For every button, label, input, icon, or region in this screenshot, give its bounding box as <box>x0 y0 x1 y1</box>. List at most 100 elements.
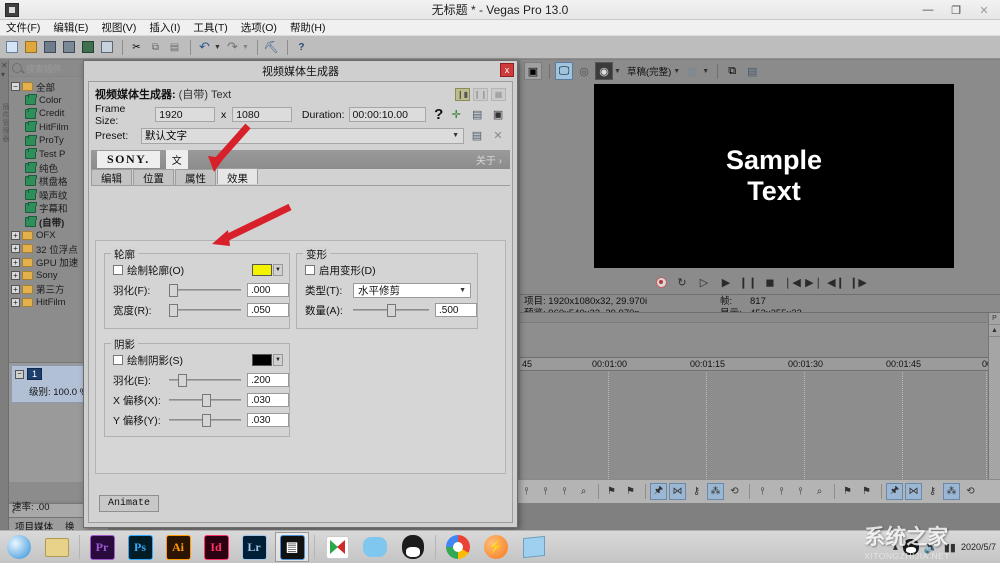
stop-button[interactable]: ◼ <box>764 276 777 289</box>
open-project-icon[interactable] <box>22 39 39 56</box>
tree-expander-icon[interactable]: + <box>11 257 20 267</box>
ignore-event-grouping-icon[interactable]: ⁂ <box>943 483 960 500</box>
outline-feather-slider[interactable] <box>168 284 241 297</box>
tree-expander-icon[interactable]: + <box>11 284 20 294</box>
tree-expander-icon[interactable]: − <box>11 82 20 92</box>
clock-date[interactable]: 2020/5/7 <box>961 542 996 553</box>
next-marker-icon[interactable]: ⚑ <box>622 483 639 500</box>
outline-width-slider[interactable] <box>168 304 241 317</box>
shadow-x-offset-slider[interactable] <box>169 394 241 407</box>
redo-icon[interactable]: ↷ <box>224 39 241 56</box>
zoom-edit-icon[interactable]: ⌕ <box>575 483 592 500</box>
preview-display-icon[interactable]: 🖵 <box>555 62 573 80</box>
dialog-close-button[interactable]: x <box>500 63 514 77</box>
go-to-start-button[interactable]: ❘◀ <box>783 276 801 289</box>
next-frame-button[interactable]: ❙▶ <box>849 276 867 289</box>
enable-deform-checkbox[interactable] <box>305 265 315 275</box>
shadow-y-offset-slider[interactable] <box>169 414 241 427</box>
save-preset-button[interactable]: ▤ <box>469 128 485 143</box>
automation-settings-icon[interactable]: ⟲ <box>726 483 743 500</box>
menu-item-edit[interactable]: 编辑(E) <box>53 20 88 35</box>
minimize-button[interactable]: — <box>914 1 942 19</box>
shadow-y-offset-value[interactable]: .030 <box>247 413 289 427</box>
tab-properties[interactable]: 属性 <box>175 169 216 185</box>
save-project-icon[interactable] <box>41 39 58 56</box>
panel-close-icon[interactable]: ✕ <box>1 61 8 70</box>
menu-item-options[interactable]: 选项(O) <box>241 20 277 35</box>
timeline-scroll-up-icon[interactable]: ▲ <box>989 325 1000 337</box>
slider-thumb[interactable] <box>177 374 187 387</box>
deform-amount-slider[interactable] <box>353 304 429 317</box>
previous-frame-button[interactable]: ◀❙ <box>827 276 845 289</box>
save-preset-icon[interactable]: ▤ <box>469 107 485 122</box>
preview-split-dropdown-icon[interactable]: ▼ <box>702 68 709 75</box>
menu-item-view[interactable]: 视图(V) <box>101 20 136 35</box>
tab-edit[interactable]: 编辑 <box>91 169 132 185</box>
animate-button[interactable]: Animate <box>99 495 159 512</box>
taskbar-item-premiere[interactable]: Pr <box>85 532 119 562</box>
taskbar-item-lightroom[interactable]: Lr <box>237 532 271 562</box>
draw-outline-checkbox[interactable] <box>113 265 123 275</box>
tree-expander-icon[interactable]: + <box>11 230 20 240</box>
automation-settings-icon[interactable]: ⟲ <box>962 483 979 500</box>
outline-width-value[interactable]: .050 <box>247 303 289 317</box>
taskbar-item-illustrator[interactable]: Ai <box>161 532 195 562</box>
preview-quality-dropdown-icon[interactable]: ▼ <box>614 68 621 75</box>
preview-select-icon[interactable]: ▣ <box>524 62 542 80</box>
menu-item-file[interactable]: 文件(F) <box>6 20 40 35</box>
timeline-vertical-scrollbar[interactable]: P ▲ <box>988 313 1000 497</box>
taskbar-item-browser[interactable] <box>2 532 36 562</box>
outline-color-dropdown-icon[interactable]: ▼ <box>273 264 283 276</box>
delete-preset-button[interactable]: ✕ <box>490 128 506 143</box>
frame-height-input[interactable]: 1080 <box>232 107 292 122</box>
taskbar-item-indesign[interactable]: Id <box>199 532 233 562</box>
auto-ripple-icon[interactable]: ⋈ <box>669 483 686 500</box>
paste-icon[interactable]: ▤ <box>166 39 183 56</box>
whats-this-icon[interactable]: ? <box>293 39 310 56</box>
tree-expander-icon[interactable]: + <box>11 244 20 254</box>
undo-dropdown-icon[interactable]: ▼ <box>214 44 221 51</box>
slider-thumb[interactable] <box>168 284 178 297</box>
tree-expander-icon[interactable]: + <box>11 298 20 308</box>
taskbar-item-file-explorer[interactable] <box>40 532 74 562</box>
envelope-edit-icon[interactable]: ⫯ <box>537 483 554 500</box>
next-marker-icon[interactable]: ⚑ <box>858 483 875 500</box>
selection-edit-icon[interactable]: ⫯ <box>792 483 809 500</box>
zoom-edit-icon[interactable]: ⌕ <box>811 483 828 500</box>
normal-edit-icon[interactable]: ⫯ <box>754 483 771 500</box>
tab-effects[interactable]: 效果 <box>217 168 258 185</box>
help-icon[interactable]: ? <box>434 106 443 123</box>
shadow-x-offset-value[interactable]: .030 <box>247 393 289 407</box>
deform-type-select[interactable]: 水平修剪 ▼ <box>353 282 471 298</box>
taskbar-item-media-player[interactable] <box>320 532 354 562</box>
taskbar-item-photoshop[interactable]: Ps <box>123 532 157 562</box>
shadow-feather-value[interactable]: .200 <box>247 373 289 387</box>
deform-amount-value[interactable]: .500 <box>435 303 477 317</box>
plugin-split-icon[interactable]: ❙❙ <box>473 87 488 101</box>
slider-thumb[interactable] <box>202 414 212 427</box>
save-as-icon[interactable] <box>60 39 77 56</box>
plugin-chain-icon[interactable]: ▣ <box>490 107 506 122</box>
preview-quality-icon[interactable]: ◉ <box>595 62 613 80</box>
taskbar-item-chrome[interactable] <box>441 532 475 562</box>
copy-icon[interactable]: ⧉ <box>147 39 164 56</box>
cut-icon[interactable]: ✂ <box>128 39 145 56</box>
draw-shadow-checkbox[interactable] <box>113 355 123 365</box>
tab-placement[interactable]: 位置 <box>133 169 174 185</box>
maximize-button[interactable]: ❐ <box>942 1 970 19</box>
selection-edit-icon[interactable]: ⫯ <box>556 483 573 500</box>
preview-quality-caret-icon[interactable]: ▼ <box>673 68 680 75</box>
menu-item-insert[interactable]: 插入(I) <box>149 20 180 35</box>
record-button[interactable] <box>655 276 667 288</box>
lock-envelopes-icon[interactable]: ⚷ <box>924 483 941 500</box>
plugin-bypass-icon[interactable]: ❙▮ <box>455 87 470 101</box>
play-button[interactable]: ▶ <box>720 276 733 289</box>
plugin-grid-icon[interactable]: ▦ <box>491 87 506 101</box>
go-to-end-button[interactable]: ▶❘ <box>805 276 823 289</box>
timeline-scroll-prop-icon[interactable]: P <box>989 313 1000 325</box>
envelope-edit-icon[interactable]: ⫯ <box>773 483 790 500</box>
about-link[interactable]: 关于 › <box>476 152 502 167</box>
previous-marker-icon[interactable]: ⚑ <box>839 483 856 500</box>
taskbar-item-qq[interactable] <box>396 532 430 562</box>
loop-playback-button[interactable]: ↻ <box>676 276 689 289</box>
